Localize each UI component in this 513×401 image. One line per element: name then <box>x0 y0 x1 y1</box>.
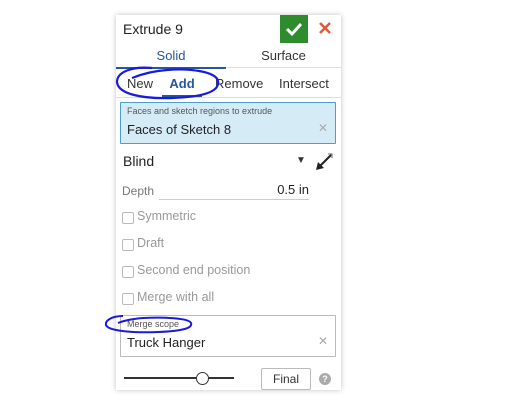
draft-label: Draft <box>137 236 165 250</box>
second-end-checkbox[interactable] <box>122 266 134 278</box>
dropdown-caret-icon: ▼ <box>296 155 306 166</box>
merge-with-all-label: Merge with all <box>137 290 215 304</box>
tab-surface[interactable]: Surface <box>226 44 341 68</box>
merge-scope-value: Truck Hanger <box>127 335 206 350</box>
faces-field-label: Faces and sketch regions to extrude <box>127 106 273 116</box>
faces-field[interactable]: Faces and sketch regions to extrude Face… <box>120 102 336 144</box>
draft-checkbox[interactable] <box>122 239 134 251</box>
tab-remove[interactable]: Remove <box>215 73 263 95</box>
extrude-dialog: Extrude 9 Solid Surface New Add Remove I… <box>116 15 341 390</box>
depth-row: Depth 0.5 in <box>116 181 341 203</box>
preview-slider[interactable] <box>124 377 234 379</box>
tab-new[interactable]: New <box>127 73 153 95</box>
symmetric-checkbox[interactable] <box>122 212 134 224</box>
tab-intersect[interactable]: Intersect <box>279 73 329 95</box>
final-button[interactable]: Final <box>261 368 311 390</box>
clear-icon[interactable]: ✕ <box>318 121 328 135</box>
depth-label: Depth <box>122 184 155 198</box>
end-type-value: Blind <box>123 153 155 169</box>
help-icon[interactable]: ? <box>319 373 331 385</box>
dialog-footer: Final ? <box>116 367 341 390</box>
slider-thumb[interactable] <box>196 372 209 385</box>
operation-tabs: New Add Remove Intersect <box>116 71 341 98</box>
dialog-header: Extrude 9 <box>116 15 341 43</box>
flip-direction-icon[interactable] <box>313 151 335 173</box>
accept-button[interactable] <box>280 15 308 43</box>
end-type-select[interactable]: Blind ▼ <box>116 151 341 173</box>
checkmark-icon <box>285 22 303 37</box>
merge-scope-field[interactable]: Merge scope Truck Hanger ✕ <box>120 315 336 357</box>
cancel-button[interactable] <box>314 17 336 39</box>
close-icon <box>319 22 331 34</box>
body-type-tabs: Solid Surface <box>116 44 341 69</box>
tab-solid[interactable]: Solid <box>116 44 226 69</box>
faces-field-value: Faces of Sketch 8 <box>127 122 232 137</box>
dialog-title: Extrude 9 <box>123 21 183 37</box>
second-end-label: Second end position <box>137 263 251 277</box>
depth-input[interactable]: 0.5 in <box>159 181 309 200</box>
tab-add[interactable]: Add <box>162 73 202 97</box>
merge-with-all-checkbox[interactable] <box>122 293 134 305</box>
merge-scope-label: Merge scope <box>127 319 180 329</box>
symmetric-label: Symmetric <box>137 209 197 223</box>
clear-icon[interactable]: ✕ <box>318 334 328 348</box>
